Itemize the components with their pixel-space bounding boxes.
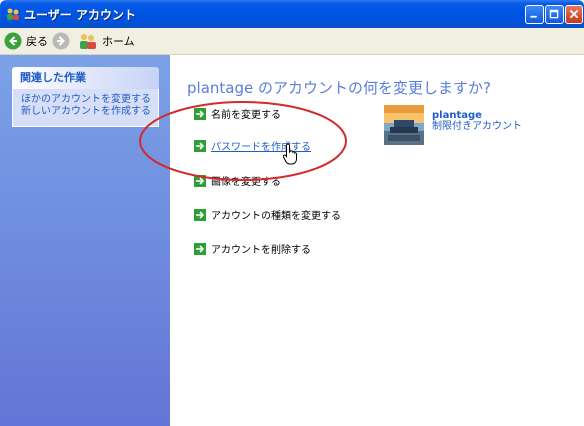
related-tasks-header[interactable]: 関連した作業 <box>12 67 159 89</box>
action-delete-account[interactable]: アカウントを削除する <box>194 241 311 256</box>
toolbar: 戻る ホーム <box>0 28 584 55</box>
close-icon <box>569 9 579 19</box>
task-link-change-other-account[interactable]: ほかのアカウントを変更する <box>21 94 152 106</box>
forward-button[interactable] <box>52 31 70 51</box>
maximize-icon <box>549 9 559 19</box>
action-change-account-type[interactable]: アカウントの種類を変更する <box>194 207 341 222</box>
action-label: アカウントを削除する <box>211 245 311 256</box>
action-label: アカウントの種類を変更する <box>211 211 341 222</box>
hand-cursor-icon <box>282 143 297 165</box>
action-change-name[interactable]: 名前を変更する <box>194 106 281 121</box>
maximize-button[interactable] <box>545 5 564 24</box>
home-label: ホーム <box>102 35 135 48</box>
account-picture-icon[interactable] <box>384 105 424 145</box>
action-label: 画像を変更する <box>211 177 281 188</box>
window-title: ユーザー アカウント <box>24 8 136 22</box>
user-accounts-icon <box>7 8 19 20</box>
page-title: plantage のアカウントの何を変更しますか? <box>187 79 491 97</box>
back-label: 戻る <box>26 35 48 48</box>
account-type: 制限付きアカウント <box>432 121 522 132</box>
related-tasks-box: 関連した作業 ほかのアカウントを変更する 新しいアカウントを作成する <box>12 67 159 127</box>
action-change-picture[interactable]: 画像を変更する <box>194 173 281 188</box>
green-arrow-icon <box>194 107 206 120</box>
sidebar: 関連した作業 ほかのアカウントを変更する 新しいアカウントを作成する <box>0 55 170 426</box>
action-label: 名前を変更する <box>211 110 281 121</box>
green-arrow-icon <box>194 242 206 255</box>
main-content: plantage のアカウントの何を変更しますか? 名前を変更する パスワードを… <box>170 55 584 426</box>
users-home-icon <box>80 34 96 49</box>
account-text: plantage 制限付きアカウント <box>432 110 522 145</box>
green-arrow-icon <box>194 174 206 187</box>
home-button[interactable]: ホーム <box>78 31 135 51</box>
green-arrow-icon <box>194 139 206 152</box>
forward-arrow-icon <box>52 32 70 50</box>
account-name: plantage <box>432 110 482 121</box>
task-link-create-new-account[interactable]: 新しいアカウントを作成する <box>21 106 152 118</box>
title-bar[interactable]: ユーザー アカウント <box>0 0 584 28</box>
back-button[interactable]: 戻る <box>4 31 48 51</box>
related-tasks-list: ほかのアカウントを変更する 新しいアカウントを作成する <box>12 89 159 127</box>
close-button[interactable] <box>565 5 583 24</box>
minimize-button[interactable] <box>525 5 544 24</box>
user-accounts-window: ユーザー アカウント 戻る ホーム 関連した作業 ほかのアカウントを変更する 新… <box>0 0 584 426</box>
account-info: plantage 制限付きアカウント <box>384 105 522 145</box>
back-arrow-icon <box>4 32 22 50</box>
minimize-icon <box>530 15 537 18</box>
green-arrow-icon <box>194 208 206 221</box>
